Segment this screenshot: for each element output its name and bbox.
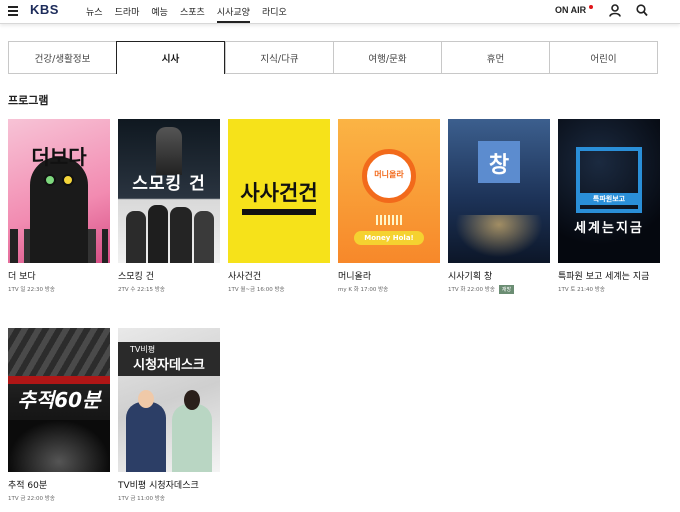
tab-health[interactable]: 건강/생활정보 <box>8 41 116 74</box>
program-poster[interactable]: 사사건건 <box>228 119 330 263</box>
program-card[interactable]: 특파원보고 세계는지금 특파원 보고 세계는 지금 1TV 토 21:40 방송 <box>558 119 660 293</box>
program-card[interactable]: 창 시사기획 창 1TV 화 22:00 방송 재방 <box>448 119 550 294</box>
program-card[interactable]: 더보다 더 보다 1TV 일 22:30 방송 <box>8 119 110 293</box>
tab-travel-culture[interactable]: 여행/문화 <box>333 41 441 74</box>
program-schedule: 2TV 수 22:15 방송 <box>118 287 165 293</box>
program-card[interactable]: 스모킹 건 스모킹 건 2TV 수 22:15 방송 <box>118 119 220 293</box>
onair-link[interactable]: ON AIR <box>555 5 586 15</box>
poster-title: 시청자데스크 <box>133 358 205 373</box>
kbs-logo[interactable]: KBS <box>30 2 59 17</box>
program-title[interactable]: 추적 60분 <box>8 478 110 491</box>
nav-item-drama[interactable]: 드라마 <box>115 5 140 23</box>
program-title[interactable]: 머니올라 <box>338 269 440 282</box>
program-poster[interactable]: 더보다 <box>8 119 110 263</box>
program-schedule: 1TV 일 22:30 방송 <box>8 287 55 293</box>
nav-item-radio[interactable]: 라디오 <box>262 5 287 23</box>
program-schedule: 1TV 금 22:00 방송 <box>8 496 55 502</box>
program-card[interactable]: TV비평 시청자데스크 TV비평 시청자데스크 1TV 금 11:00 방송 <box>118 328 220 502</box>
poster-title: 더보다 <box>31 145 87 169</box>
replay-badge: 재방 <box>498 285 515 294</box>
category-tabs: 건강/생활정보 시사 지식/다큐 여행/문화 휴먼 어린이 <box>8 41 658 74</box>
live-dot-icon <box>589 5 593 9</box>
tab-kids[interactable]: 어린이 <box>549 41 658 74</box>
program-schedule: 1TV 화 22:00 방송 재방 <box>448 285 550 294</box>
program-card[interactable]: 사사건건 사사건건 1TV 월~금 16:00 방송 <box>228 119 330 293</box>
program-title[interactable]: 특파원 보고 세계는 지금 <box>558 269 660 282</box>
program-poster[interactable]: 스모킹 건 <box>118 119 220 263</box>
poster-title: 사사건건 <box>240 181 318 205</box>
program-poster[interactable]: TV비평 시청자데스크 <box>118 328 220 472</box>
nav-item-sports[interactable]: 스포츠 <box>180 5 205 23</box>
poster-title: 추적60분 <box>17 388 101 412</box>
program-schedule: my K 화 17:00 방송 <box>338 287 389 293</box>
program-poster[interactable]: 추적60분 <box>8 328 110 472</box>
tab-current-affairs[interactable]: 시사 <box>116 41 225 74</box>
poster-subtitle: 특파원보고 <box>580 193 638 205</box>
nav-item-entertainment[interactable]: 예능 <box>151 5 168 23</box>
poster-title: 머니올라 <box>374 170 404 179</box>
program-card[interactable]: 추적60분 추적 60분 1TV 금 22:00 방송 <box>8 328 110 502</box>
poster-title: 창 <box>488 153 510 178</box>
tab-knowledge-docu[interactable]: 지식/다큐 <box>225 41 333 74</box>
program-title[interactable]: 시사기획 창 <box>448 269 550 282</box>
poster-subtitle: Money Hola! <box>354 231 424 245</box>
poster-title: 세계는지금 <box>574 221 644 236</box>
section-title: 프로그램 <box>8 94 49 107</box>
program-poster[interactable]: 특파원보고 세계는지금 <box>558 119 660 263</box>
program-card[interactable]: 머니올라 Money Hola! 머니올라 my K 화 17:00 방송 <box>338 119 440 293</box>
program-title[interactable]: TV비평 시청자데스크 <box>118 478 220 491</box>
nav-item-current-affairs[interactable]: 시사교양 <box>216 5 250 23</box>
program-title[interactable]: 사사건건 <box>228 269 330 282</box>
poster-title: 스모킹 건 <box>132 174 206 194</box>
search-icon[interactable] <box>636 4 648 17</box>
menu-icon[interactable] <box>8 6 18 16</box>
program-schedule-text: 1TV 화 22:00 방송 <box>448 287 495 293</box>
tab-human[interactable]: 휴먼 <box>441 41 549 74</box>
program-schedule: 1TV 월~금 16:00 방송 <box>228 287 285 293</box>
program-schedule: 1TV 토 21:40 방송 <box>558 287 605 293</box>
program-poster[interactable]: 머니올라 Money Hola! <box>338 119 440 263</box>
program-poster[interactable]: 창 <box>448 119 550 263</box>
top-navigation-bar: KBS 뉴스 드라마 예능 스포츠 시사교양 라디오 ON AIR <box>0 0 680 24</box>
main-nav: 뉴스 드라마 예능 스포츠 시사교양 라디오 <box>86 5 299 23</box>
program-title[interactable]: 더 보다 <box>8 269 110 282</box>
program-title[interactable]: 스모킹 건 <box>118 269 220 282</box>
nav-item-news[interactable]: 뉴스 <box>86 5 103 23</box>
program-schedule: 1TV 금 11:00 방송 <box>118 496 165 502</box>
user-icon[interactable] <box>609 4 621 17</box>
